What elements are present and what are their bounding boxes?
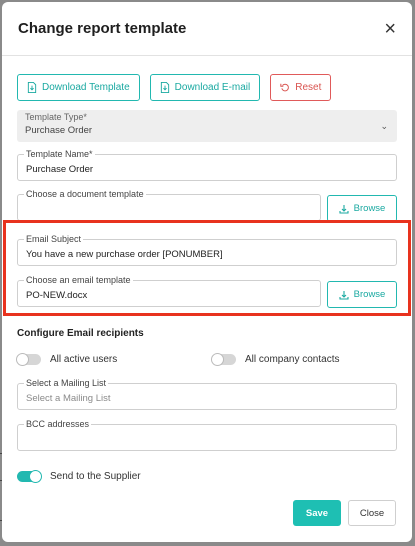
email-subject-field[interactable]: Email Subject You have a new purchase or… xyxy=(17,234,397,266)
recipient-toggles: All active users All company contacts xyxy=(16,353,397,366)
dialog-header: Change report template × xyxy=(2,2,412,56)
toggle-knob xyxy=(211,353,224,366)
all-company-contacts-label: All company contacts xyxy=(245,354,340,365)
document-download-icon xyxy=(27,82,37,93)
all-company-contacts-toggle[interactable] xyxy=(211,353,236,366)
email-template-row: Choose an email template PO-NEW.docx Bro… xyxy=(17,275,397,308)
reset-label: Reset xyxy=(295,82,322,93)
dialog-footer: Save Close xyxy=(293,500,396,526)
mailing-list-select[interactable]: Select a Mailing List Select a Mailing L… xyxy=(17,378,397,410)
upload-icon xyxy=(339,290,349,300)
document-template-label: Choose a document template xyxy=(24,189,146,200)
change-report-template-dialog: Change report template × Download Templa… xyxy=(2,2,412,542)
toggle-knob xyxy=(29,470,42,483)
send-to-supplier-toggle[interactable] xyxy=(17,470,42,483)
email-template-field[interactable]: Choose an email template PO-NEW.docx xyxy=(17,275,321,307)
download-template-label: Download Template xyxy=(42,82,130,93)
all-company-contacts-row: All company contacts xyxy=(211,353,340,366)
document-browse-button[interactable]: Browse xyxy=(327,195,397,222)
toggle-knob xyxy=(16,353,29,366)
recipients-section-title: Configure Email recipients xyxy=(17,328,144,339)
download-email-label: Download E-mail xyxy=(174,82,251,93)
download-email-button[interactable]: Download E-mail xyxy=(149,74,261,101)
reset-icon xyxy=(280,83,290,92)
dialog-body: Download Template Download E-mail Reset … xyxy=(2,56,412,483)
document-template-row: Choose a document template Browse xyxy=(17,189,397,222)
upload-icon xyxy=(339,204,349,214)
reset-button[interactable]: Reset xyxy=(270,74,332,101)
template-name-field[interactable]: Template Name* Purchase Order xyxy=(17,149,397,181)
document-download-icon xyxy=(160,82,169,93)
email-browse-button[interactable]: Browse xyxy=(327,281,397,308)
document-browse-label: Browse xyxy=(353,203,386,214)
bcc-addresses-label: BCC addresses xyxy=(24,419,92,430)
template-type-select: Template Type* Purchase Order ⌄ xyxy=(17,110,397,142)
email-browse-label: Browse xyxy=(353,289,386,300)
template-type-value: Purchase Order xyxy=(25,125,93,136)
all-active-users-row: All active users xyxy=(16,353,212,366)
email-template-value: PO-NEW.docx xyxy=(26,290,88,301)
document-template-field[interactable]: Choose a document template xyxy=(17,189,321,221)
bcc-addresses-field[interactable]: BCC addresses xyxy=(17,419,397,451)
email-template-label: Choose an email template xyxy=(24,275,133,286)
dialog-title: Change report template xyxy=(18,20,187,37)
mailing-list-label: Select a Mailing List xyxy=(24,378,109,389)
template-name-label: Template Name* xyxy=(24,149,95,160)
send-to-supplier-label: Send to the Supplier xyxy=(50,471,141,482)
send-to-supplier-row: Send to the Supplier xyxy=(17,470,397,483)
template-type-label: Template Type* xyxy=(25,112,87,122)
email-subject-label: Email Subject xyxy=(24,234,84,245)
mailing-list-placeholder: Select a Mailing List xyxy=(26,393,111,404)
close-icon[interactable]: × xyxy=(384,19,396,39)
download-template-button[interactable]: Download Template xyxy=(17,74,140,101)
chevron-down-icon: ⌄ xyxy=(380,121,388,131)
download-actions: Download Template Download E-mail Reset xyxy=(17,74,397,101)
all-active-users-toggle[interactable] xyxy=(16,353,41,366)
all-active-users-label: All active users xyxy=(50,354,118,365)
template-name-value: Purchase Order xyxy=(26,164,94,175)
close-button[interactable]: Close xyxy=(348,500,396,526)
save-button[interactable]: Save xyxy=(293,500,341,526)
email-subject-value: You have a new purchase order [PONUMBER] xyxy=(26,249,223,260)
